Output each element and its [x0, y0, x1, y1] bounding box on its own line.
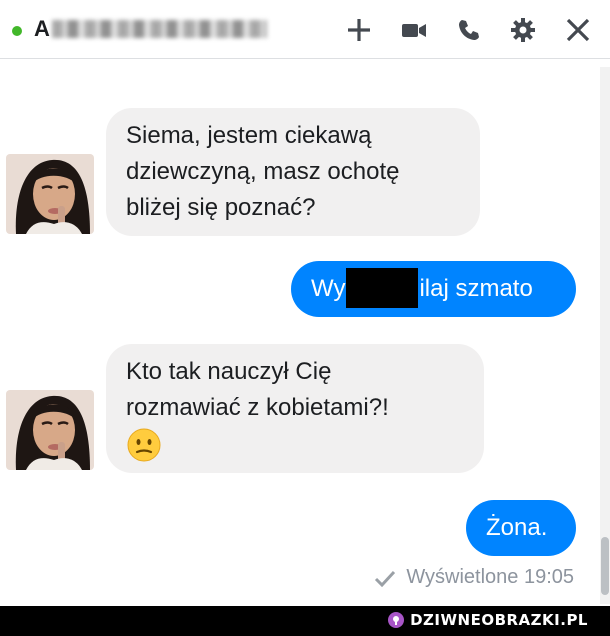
redaction-bar	[346, 267, 419, 308]
watermark-text: DZIWNEOBRAZKI.PL	[410, 611, 588, 629]
watermark: DZIWNEOBRAZKI.PL	[388, 611, 588, 629]
gear-icon[interactable]	[509, 16, 537, 44]
video-camera-icon[interactable]	[400, 16, 428, 44]
message-line: Kto tak nauczył Cię	[126, 358, 332, 385]
chat-header: A	[0, 0, 610, 59]
checkmark-icon	[374, 569, 396, 587]
outgoing-message: Wy ilaj szmato	[291, 261, 576, 317]
phone-icon[interactable]	[455, 16, 483, 44]
scrollbar-thumb[interactable]	[601, 537, 609, 595]
brand-logo-icon	[388, 612, 405, 628]
watermark-bar: DZIWNEOBRAZKI.PL	[0, 606, 610, 636]
confused-face-icon	[126, 427, 162, 463]
incoming-message: Kto tak nauczył Cię rozmawiać z kobietam…	[106, 344, 484, 473]
outgoing-message: Żona.	[466, 500, 576, 556]
message-text: Żona.	[486, 514, 548, 541]
scrollbar[interactable]	[600, 67, 610, 604]
message-text-end: ilaj szmato	[419, 275, 533, 302]
close-icon[interactable]	[564, 16, 592, 44]
message-line: Siema, jestem ciekawą	[126, 122, 372, 149]
message-line: bliżej się poznać?	[126, 194, 316, 221]
contact-name[interactable]: A	[34, 16, 50, 42]
contact-avatar[interactable]	[6, 390, 94, 470]
seen-status: Wyświetlone 19:05	[374, 566, 574, 589]
message-line: rozmawiać z kobietami?!	[126, 394, 389, 421]
plus-icon[interactable]	[345, 16, 373, 44]
message-line: dziewczyną, masz ochotę	[126, 158, 400, 185]
contact-avatar[interactable]	[6, 154, 94, 234]
message-text-start: Wy	[311, 275, 346, 302]
seen-status-text: Wyświetlone 19:05	[406, 566, 574, 588]
incoming-message: Siema, jestem ciekawą dziewczyną, masz o…	[106, 108, 480, 236]
contact-name-blurred	[52, 20, 267, 38]
online-status-dot	[12, 26, 22, 36]
